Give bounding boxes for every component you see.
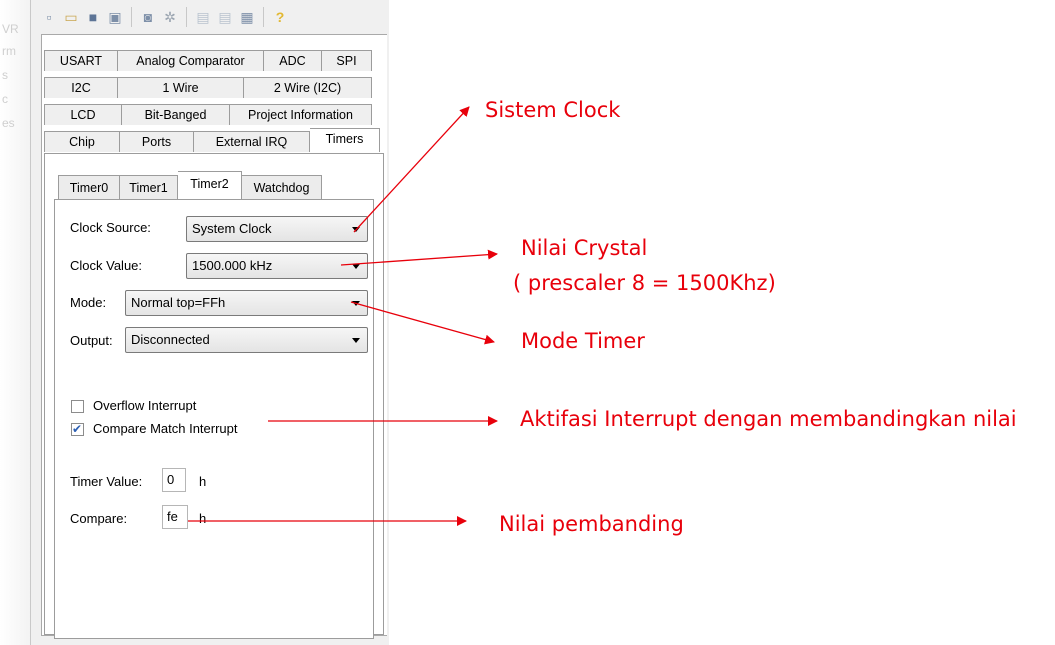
arrow-nilai-crystal [340, 249, 498, 266]
annotation-nilai-pembanding: Nilai pembanding [499, 512, 684, 536]
arrow-mode-timer [350, 301, 495, 345]
annotation-prescaler: ( prescaler 8 = 1500Khz) [513, 271, 776, 295]
annotation-nilai-crystal: Nilai Crystal [521, 236, 648, 260]
annotation-mode-timer: Mode Timer [521, 329, 645, 353]
annotation-arrows [188, 106, 498, 526]
annotation-aktifasi-interrupt: Aktifasi Interrupt dengan membandingkan … [520, 407, 1017, 431]
annotation-sistem-clock: Sistem Clock [485, 98, 621, 122]
arrow-sistem-clock [353, 106, 470, 233]
